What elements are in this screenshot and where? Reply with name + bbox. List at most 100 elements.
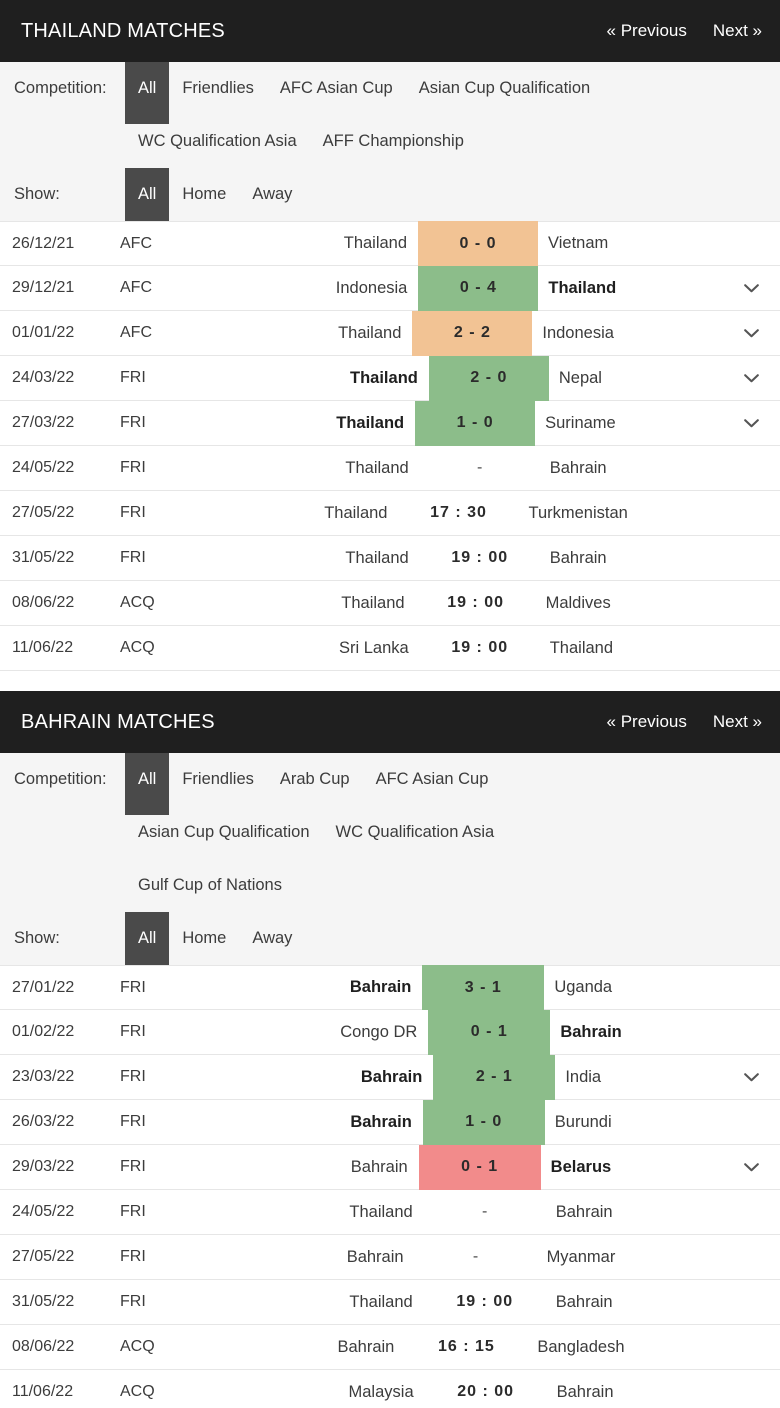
match-competition: ACQ [120, 639, 155, 656]
away-team: Nepal [558, 368, 602, 387]
home-team: Bahrain [360, 1067, 423, 1086]
table-row[interactable]: 27/05/22 FRI Bahrain - Myanmar [0, 1235, 780, 1280]
match-date: 27/05/22 [12, 1248, 75, 1265]
home-team: Thailand [345, 458, 409, 477]
table-row[interactable]: 27/03/22 FRI Thailand 1 - 0 Suriname [0, 400, 780, 446]
competition-chip-wc-qualification-asia[interactable]: WC Qualification Asia [323, 806, 508, 859]
match-date: 27/05/22 [12, 504, 75, 521]
match-list-bahrain: 27/01/22 FRI Bahrain 3 - 1 Uganda 01/02/22 FRI… [0, 965, 780, 1408]
chevron-down-icon[interactable] [722, 418, 780, 428]
page-title: THAILAND MATCHES [21, 19, 225, 42]
table-row[interactable]: 24/05/22 FRI Thailand - Bahrain [0, 446, 780, 491]
show-chip-home[interactable]: Home [169, 912, 239, 965]
match-date: 24/03/22 [12, 369, 75, 386]
competition-chip-arab-cup[interactable]: Arab Cup [267, 753, 363, 806]
table-row[interactable]: 11/06/22 ACQ Sri Lanka 19 : 00 Thailand [0, 626, 780, 671]
table-row[interactable]: 23/03/22 FRI Bahrain 2 - 1 India [0, 1054, 780, 1100]
match-competition: FRI [120, 459, 146, 476]
match-date: 01/01/22 [12, 324, 75, 341]
home-team: Sri Lanka [339, 638, 409, 657]
table-row[interactable]: 24/05/22 FRI Thailand - Bahrain [0, 1190, 780, 1235]
competition-filter-label: Competition: [14, 770, 107, 788]
competition-filter-label: Competition: [14, 79, 107, 97]
next-button[interactable]: Next » [713, 21, 762, 41]
away-team: Thailand [548, 278, 617, 297]
match-score: 0 - 1 [428, 1009, 551, 1055]
table-row[interactable]: 08/06/22 ACQ Bahrain 16 : 15 Bangladesh [0, 1325, 780, 1370]
home-team: Thailand [336, 413, 405, 432]
table-row[interactable]: 08/06/22 ACQ Thailand 19 : 00 Maldives [0, 581, 780, 626]
show-chip-away[interactable]: Away [239, 912, 305, 965]
match-date: 24/05/22 [12, 1203, 75, 1220]
competition-chip-group: WC Qualification Asia AFF Championship [125, 115, 477, 168]
match-date: 11/06/22 [12, 639, 74, 656]
competition-chip-friendlies[interactable]: Friendlies [169, 753, 267, 806]
competition-chip-asian-cup-qualification[interactable]: Asian Cup Qualification [406, 62, 604, 115]
chevron-down-icon[interactable] [722, 283, 780, 293]
match-score: 0 - 4 [418, 265, 539, 311]
table-row[interactable]: 29/12/21 AFC Indonesia 0 - 4 Thailand [0, 265, 780, 311]
show-filter-row: Show: All Home Away [0, 912, 780, 974]
chevron-down-icon[interactable] [722, 328, 780, 338]
match-score: 0 - 0 [418, 221, 539, 266]
match-competition: FRI [120, 1203, 146, 1220]
match-score: 1 - 0 [415, 400, 536, 446]
competition-filter-row: Competition:Gulf Cup of Nations [0, 859, 780, 912]
table-row[interactable]: 01/02/22 FRI Congo DR 0 - 1 Bahrain [0, 1009, 780, 1055]
previous-button[interactable]: « Previous [607, 712, 687, 732]
away-team: Burundi [554, 1112, 612, 1131]
away-team: India [565, 1067, 602, 1086]
competition-chip-group: All Friendlies Arab Cup AFC Asian Cup [125, 753, 502, 815]
competition-filter-row: Competition: All Friendlies Arab Cup AFC Asi… [0, 753, 780, 815]
match-score: 1 - 0 [422, 1099, 545, 1145]
match-date: 11/06/22 [12, 1383, 74, 1400]
competition-chip-gulf-cup-of-nations[interactable]: Gulf Cup of Nations [125, 859, 295, 912]
match-score: 0 - 1 [418, 1144, 541, 1190]
chevron-down-icon[interactable] [722, 1072, 780, 1082]
home-team: Malaysia [348, 1382, 414, 1401]
competition-chip-afc-asian-cup[interactable]: AFC Asian Cup [363, 753, 502, 806]
table-row[interactable]: 29/03/22 FRI Bahrain 0 - 1 Belarus [0, 1144, 780, 1190]
competition-chip-friendlies[interactable]: Friendlies [169, 62, 267, 115]
table-row[interactable]: 26/03/22 FRI Bahrain 1 - 0 Burundi [0, 1099, 780, 1145]
home-team: Bahrain [349, 978, 412, 996]
chevron-down-icon[interactable] [722, 1162, 780, 1172]
competition-chip-group: All Friendlies AFC Asian Cup Asian Cup Qual… [125, 62, 604, 124]
show-filter-label: Show: [14, 929, 60, 947]
competition-chip-aff-championship[interactable]: AFF Championship [310, 115, 477, 168]
competition-chip-wc-qualification-asia[interactable]: WC Qualification Asia [125, 115, 310, 168]
next-button[interactable]: Next » [713, 712, 762, 732]
chevron-down-icon[interactable] [722, 373, 780, 383]
match-date: 29/03/22 [12, 1158, 75, 1175]
previous-button[interactable]: « Previous [607, 21, 687, 41]
show-chip-home[interactable]: Home [169, 168, 239, 221]
table-row[interactable]: 27/05/22 FRI Thailand 17 : 30 Turkmenistan [0, 491, 780, 536]
show-chip-group: All Home Away [125, 912, 305, 974]
table-row[interactable]: 27/01/22 FRI Bahrain 3 - 1 Uganda [0, 965, 780, 1010]
competition-chip-afc-asian-cup[interactable]: AFC Asian Cup [267, 62, 406, 115]
table-row[interactable]: 24/03/22 FRI Thailand 2 - 0 Nepal [0, 355, 780, 401]
table-row[interactable]: 11/06/22 ACQ Malaysia 20 : 00 Bahrain [0, 1370, 780, 1408]
match-competition: FRI [120, 1113, 146, 1130]
home-team: Bahrain [350, 1157, 408, 1176]
match-date: 08/06/22 [12, 594, 75, 611]
match-competition: FRI [120, 369, 146, 386]
match-score: 19 : 00 [451, 549, 509, 566]
match-date: 23/03/22 [12, 1068, 75, 1085]
match-list-thailand: 26/12/21 AFC Thailand 0 - 0 Vietnam 29/12/21 A… [0, 221, 780, 671]
match-date: 08/06/22 [12, 1338, 75, 1355]
match-competition: FRI [120, 1248, 146, 1265]
home-team: Bahrain [350, 1112, 412, 1131]
home-team: Thailand [324, 503, 388, 522]
show-chip-away[interactable]: Away [239, 168, 305, 221]
table-row[interactable]: 31/05/22 FRI Thailand 19 : 00 Bahrain [0, 1280, 780, 1325]
competition-chip-asian-cup-qualification[interactable]: Asian Cup Qualification [125, 806, 323, 859]
home-team: Thailand [338, 323, 402, 342]
match-competition: AFC [120, 279, 152, 296]
home-team: Bahrain [346, 1247, 404, 1266]
table-row[interactable]: 26/12/21 AFC Thailand 0 - 0 Vietnam [0, 221, 780, 266]
table-row[interactable]: 01/01/22 AFC Thailand 2 - 2 Indonesia [0, 310, 780, 356]
away-team: Bangladesh [537, 1337, 625, 1356]
match-date: 27/01/22 [12, 978, 75, 996]
table-row[interactable]: 31/05/22 FRI Thailand 19 : 00 Bahrain [0, 536, 780, 581]
